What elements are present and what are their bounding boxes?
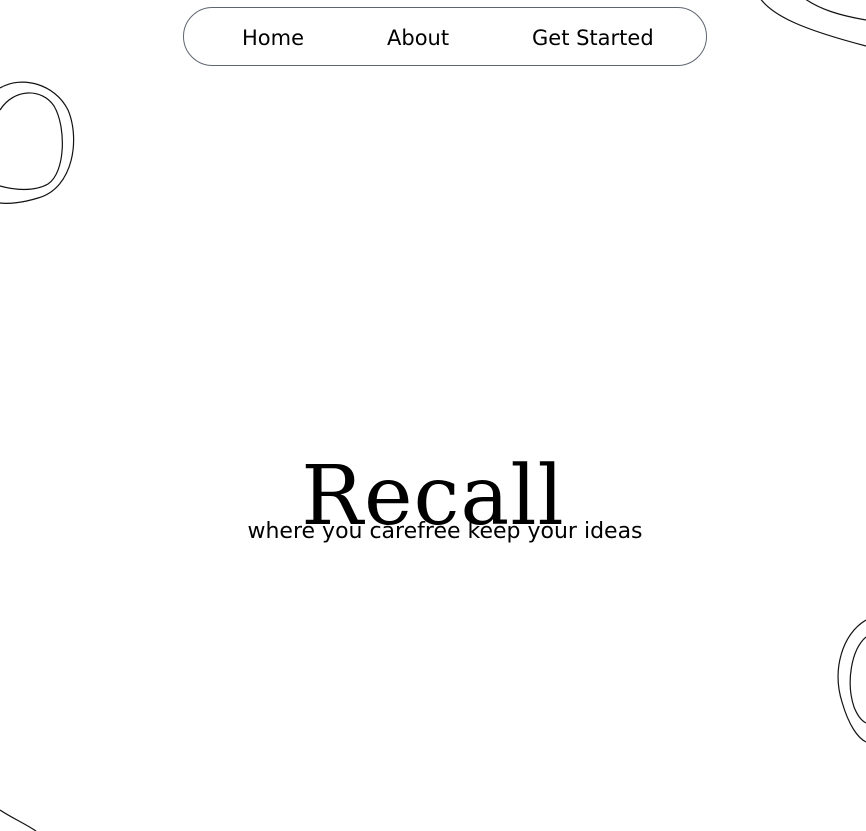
bottom-left-swirl-shape bbox=[0, 809, 37, 831]
top-right-swirl-shape bbox=[760, 0, 866, 47]
right-loop-inner-shape bbox=[849, 636, 866, 724]
left-loop-outer-shape bbox=[0, 81, 75, 204]
nav-link-about[interactable]: About bbox=[387, 25, 449, 51]
left-loop-inner-shape bbox=[0, 92, 63, 191]
right-loop-outer-shape bbox=[837, 619, 866, 743]
nav-link-home[interactable]: Home bbox=[242, 25, 304, 51]
top-right-swirl-shape bbox=[805, 0, 866, 21]
decorative-line-art bbox=[0, 0, 866, 831]
nav-link-get-started[interactable]: Get Started bbox=[532, 25, 654, 51]
landing-page: Home About Get Started Recall where you … bbox=[0, 0, 866, 831]
hero-subtitle: where you carefree keep your ideas bbox=[247, 519, 643, 544]
top-navigation: Home About Get Started bbox=[183, 7, 707, 66]
